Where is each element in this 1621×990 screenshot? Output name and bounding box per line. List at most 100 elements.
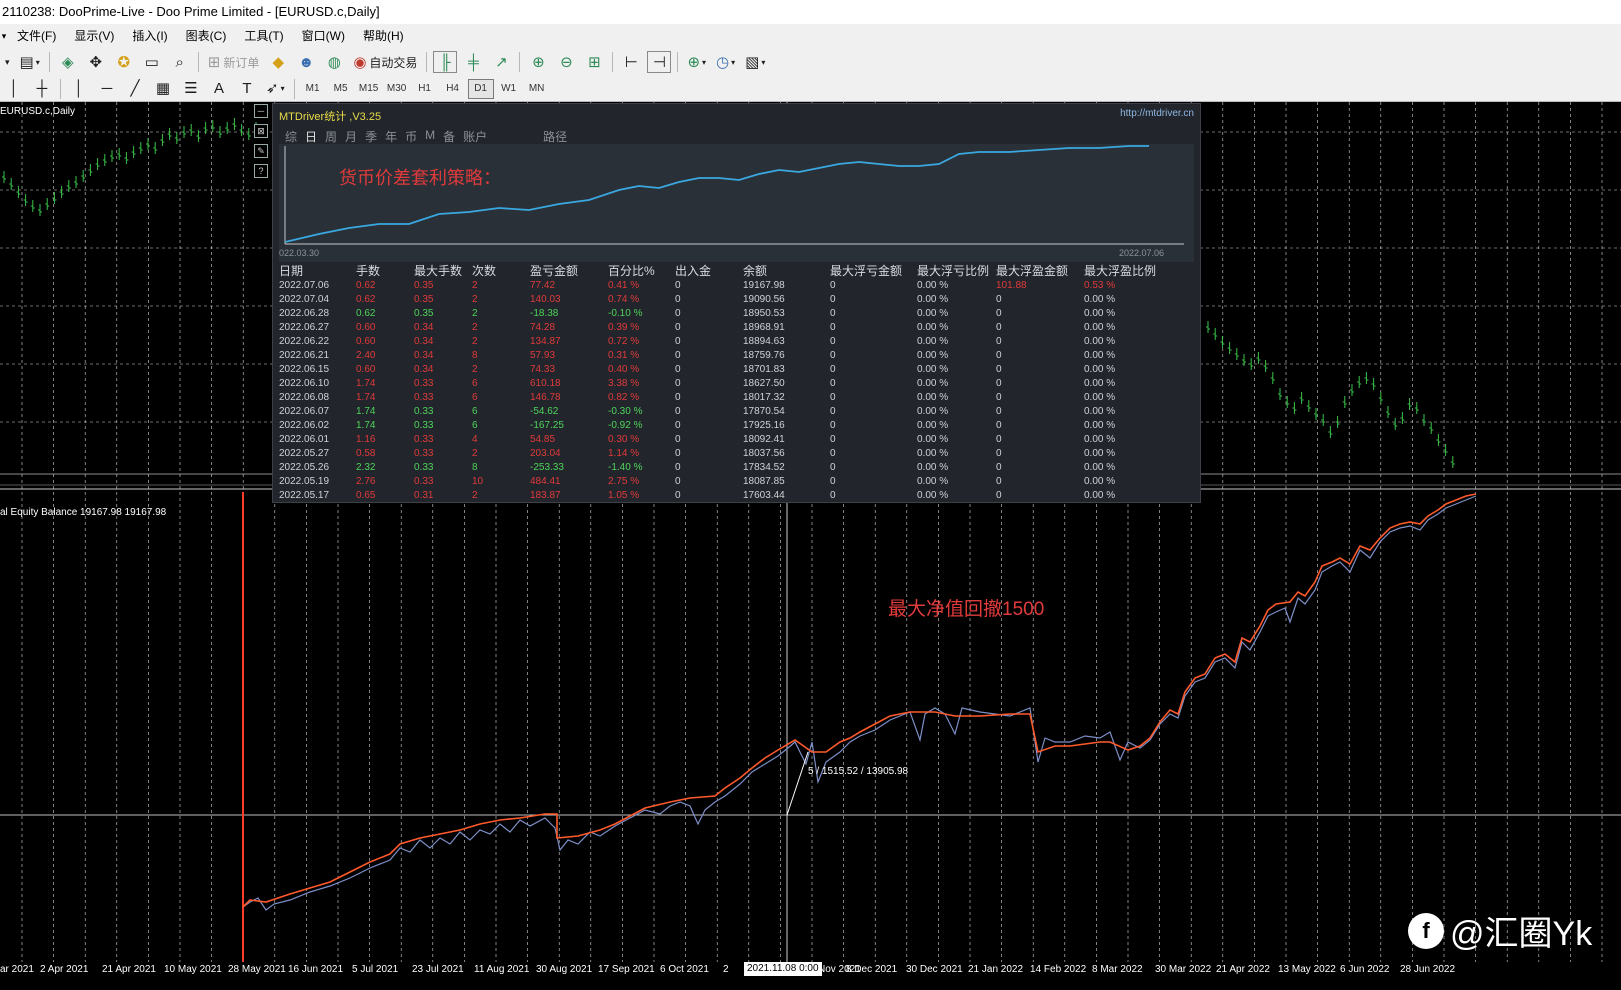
- timeframe-m30[interactable]: M30: [384, 79, 410, 99]
- column-header[interactable]: 日期: [279, 264, 356, 279]
- timeframe-m1[interactable]: M1: [300, 79, 326, 99]
- table-row[interactable]: 2022.06.02 1.74 0.33 6 -167.25 -0.92 % 0 17925.…: [279, 419, 1194, 433]
- menu-help[interactable]: 帮助(H): [354, 24, 413, 48]
- help-icon[interactable]: ?: [254, 164, 268, 178]
- text-icon[interactable]: A: [207, 78, 231, 100]
- zoom-in-icon[interactable]: ⊕: [526, 51, 550, 73]
- tab-weekly[interactable]: 周: [325, 128, 337, 145]
- timeframe-h1[interactable]: H1: [412, 79, 438, 99]
- tab-notes[interactable]: 备: [443, 128, 455, 145]
- tab-path[interactable]: 路径: [543, 128, 567, 145]
- horizontal-line-icon[interactable]: ─: [95, 78, 119, 100]
- timeframe-d1[interactable]: D1: [467, 78, 494, 99]
- table-row[interactable]: 2022.05.19 2.76 0.33 10 484.41 2.75 % 0 18087.8…: [279, 475, 1194, 489]
- table-cell: 0.39 %: [608, 322, 640, 333]
- line-chart-icon[interactable]: ↗: [489, 51, 513, 73]
- metaeditor-icon[interactable]: ◆: [266, 51, 290, 73]
- navigator-icon[interactable]: ✪: [112, 51, 136, 73]
- terminal-icon[interactable]: ▭: [140, 51, 164, 73]
- time-axis-tick-label: 6 Oct 2021: [660, 964, 709, 975]
- column-header[interactable]: 盈亏金额: [530, 264, 608, 279]
- table-row[interactable]: 2022.07.06 0.62 0.35 2 77.42 0.41 % 0 19167.98 0…: [279, 279, 1194, 293]
- tab-daily[interactable]: 日: [305, 128, 317, 145]
- column-header[interactable]: 最大浮亏金额: [830, 264, 917, 279]
- table-row[interactable]: 2022.06.22 0.60 0.34 2 134.87 0.72 % 0 18894.63…: [279, 335, 1194, 349]
- market-icon[interactable]: ◍: [322, 51, 346, 73]
- table-row[interactable]: 2022.06.15 0.60 0.34 2 74.33 0.40 % 0 18701.83 0…: [279, 363, 1194, 377]
- column-header[interactable]: 次数: [472, 264, 530, 279]
- column-header[interactable]: 最大手数: [414, 264, 472, 279]
- bar-chart-icon[interactable]: ╟: [433, 51, 458, 73]
- menu-window[interactable]: 窗口(W): [293, 24, 354, 48]
- profiles-icon[interactable]: ▤ ▾: [17, 51, 43, 73]
- column-header[interactable]: 最大浮亏比例: [917, 264, 996, 279]
- table-row[interactable]: 2022.05.17 0.65 0.31 2 183.87 1.05 % 0 17603.44…: [279, 489, 1194, 503]
- auto-scroll-icon[interactable]: ⊢: [619, 51, 643, 73]
- timeframe-mn[interactable]: MN: [524, 79, 550, 99]
- panel-url-link[interactable]: http://mtdriver.cn: [1120, 108, 1194, 119]
- chart-shift-icon[interactable]: ⊣: [647, 51, 672, 73]
- panel-tool-icon[interactable]: ✎: [254, 144, 268, 158]
- crosshair-icon[interactable]: ┼: [30, 78, 54, 100]
- zoom-out-icon[interactable]: ⊖: [554, 51, 578, 73]
- channel-icon[interactable]: ▦: [151, 78, 175, 100]
- table-row[interactable]: 2022.05.27 0.58 0.33 2 203.04 1.14 % 0 18037.56…: [279, 447, 1194, 461]
- menu-insert[interactable]: 插入(I): [123, 24, 176, 48]
- data-window-icon[interactable]: ✥: [84, 51, 108, 73]
- auto-trading-button[interactable]: ◉ 自动交易: [350, 51, 420, 73]
- column-header[interactable]: 最大浮盈比例: [1084, 264, 1174, 279]
- menu-view[interactable]: 显示(V): [65, 24, 123, 48]
- column-header[interactable]: 百分比%: [608, 264, 675, 279]
- table-row[interactable]: 2022.05.26 2.32 0.33 8 -253.33 -1.40 % 0 17834.…: [279, 461, 1194, 475]
- column-header[interactable]: 最大浮盈金额: [996, 264, 1084, 279]
- timeframe-w1[interactable]: W1: [496, 79, 522, 99]
- tab-monthly[interactable]: 月: [345, 128, 357, 145]
- table-row[interactable]: 2022.06.27 0.60 0.34 2 74.28 0.39 % 0 18968.91 0…: [279, 321, 1194, 335]
- panel-tool-icon[interactable]: ⊠: [254, 124, 268, 138]
- vertical-line-icon[interactable]: │: [67, 78, 91, 100]
- menu-file[interactable]: 文件(F): [8, 24, 65, 48]
- column-header[interactable]: 手数: [356, 264, 414, 279]
- trendline-icon[interactable]: ╱: [123, 78, 147, 100]
- menu-tools[interactable]: 工具(T): [235, 24, 292, 48]
- table-row[interactable]: 2022.06.01 1.16 0.33 4 54.85 0.30 % 0 18092.41 0…: [279, 433, 1194, 447]
- table-row[interactable]: 2022.07.04 0.62 0.35 2 140.03 0.74 % 0 19090.56…: [279, 293, 1194, 307]
- fibonacci-icon[interactable]: ☰: [179, 78, 203, 100]
- table-cell: 0: [675, 434, 681, 445]
- tab-currency[interactable]: 币: [405, 128, 417, 145]
- table-cell: 484.41: [530, 476, 561, 487]
- table-cell: 101.88: [996, 280, 1027, 291]
- new-order-button[interactable]: ⊞ 新订单: [205, 51, 263, 73]
- tab-yearly[interactable]: 年: [385, 128, 397, 145]
- strategy-tester-icon[interactable]: ⌕: [168, 51, 192, 73]
- column-header[interactable]: 出入金: [675, 264, 743, 279]
- timeframe-h4[interactable]: H4: [440, 79, 466, 99]
- arrows-icon[interactable]: ➶ ▾: [263, 78, 288, 100]
- table-row[interactable]: 2022.06.21 2.40 0.34 8 57.93 0.31 % 0 18759.76 0…: [279, 349, 1194, 363]
- minimize-icon[interactable]: ─: [254, 104, 268, 118]
- table-row[interactable]: 2022.06.10 1.74 0.33 6 610.18 3.38 % 0 18627.50…: [279, 377, 1194, 391]
- tab-magic[interactable]: M: [425, 128, 435, 145]
- indicators-icon[interactable]: ⊕ ▾: [684, 51, 709, 73]
- periods-icon[interactable]: ◷ ▾: [713, 51, 738, 73]
- tab-account[interactable]: 账户: [463, 128, 487, 145]
- candlestick-icon[interactable]: ╪: [461, 51, 485, 73]
- tab-summary[interactable]: 综: [285, 128, 297, 145]
- timeframe-m15[interactable]: M15: [356, 79, 382, 99]
- tile-windows-icon[interactable]: ⊞: [582, 51, 606, 73]
- cursor-icon[interactable]: │: [2, 78, 26, 100]
- table-row[interactable]: 2022.06.08 1.74 0.33 6 146.78 0.82 % 0 18017.32…: [279, 391, 1194, 405]
- menu-overflow-arrow[interactable]: ▾: [0, 31, 8, 42]
- tab-quarterly[interactable]: 季: [365, 128, 377, 145]
- column-header[interactable]: 余额: [743, 264, 830, 279]
- market-watch-icon[interactable]: ◈: [56, 51, 80, 73]
- toolbar-overflow-arrow[interactable]: ▾: [2, 51, 13, 73]
- table-row[interactable]: 2022.06.07 1.74 0.33 6 -54.62 -0.30 % 0 17870.5…: [279, 405, 1194, 419]
- signals-icon[interactable]: ☻: [294, 51, 318, 73]
- text-label-icon[interactable]: T: [235, 78, 259, 100]
- templates-icon[interactable]: ▧ ▾: [742, 51, 768, 73]
- timeframe-m5[interactable]: M5: [328, 79, 354, 99]
- table-cell: 0.00 %: [1084, 476, 1116, 487]
- menu-charts[interactable]: 图表(C): [177, 24, 236, 48]
- table-row[interactable]: 2022.06.28 0.62 0.35 2 -18.38 -0.10 % 0 18950.5…: [279, 307, 1194, 321]
